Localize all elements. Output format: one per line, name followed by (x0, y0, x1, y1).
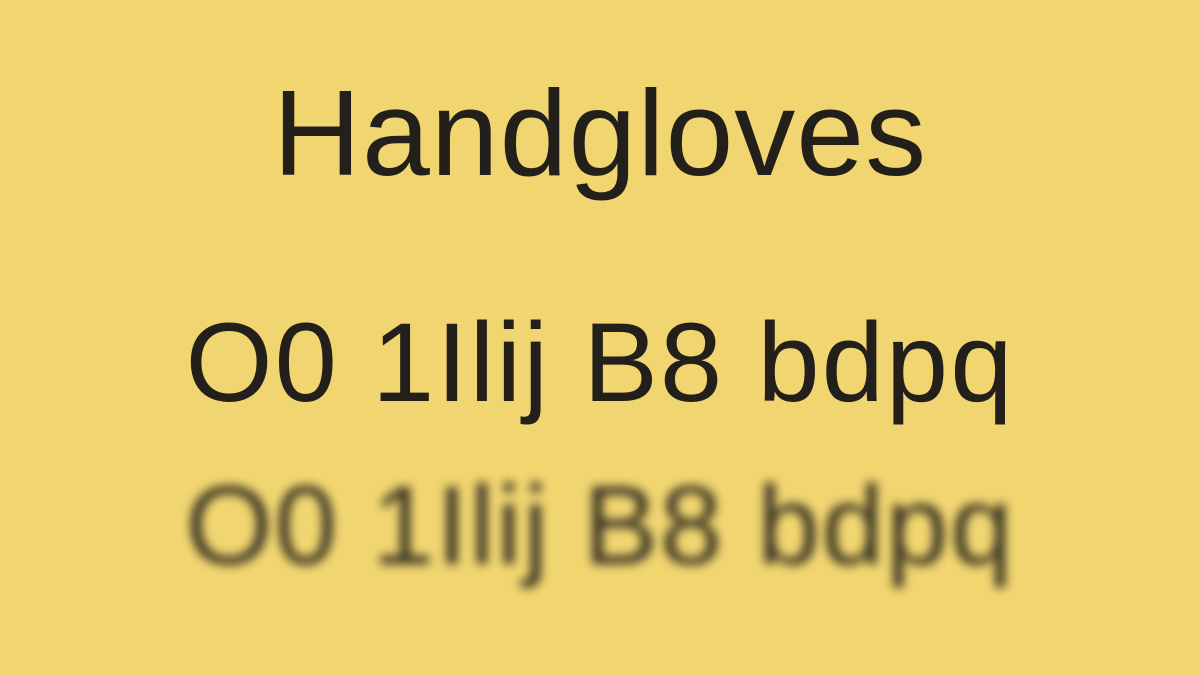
glyph-sample-sharp: O0 1Ilij B8 bdpq (185, 300, 1015, 425)
heading-text: Handgloves (272, 65, 928, 201)
glyph-sample-blurred: O0 1Ilij B8 bdpq (185, 463, 1015, 588)
